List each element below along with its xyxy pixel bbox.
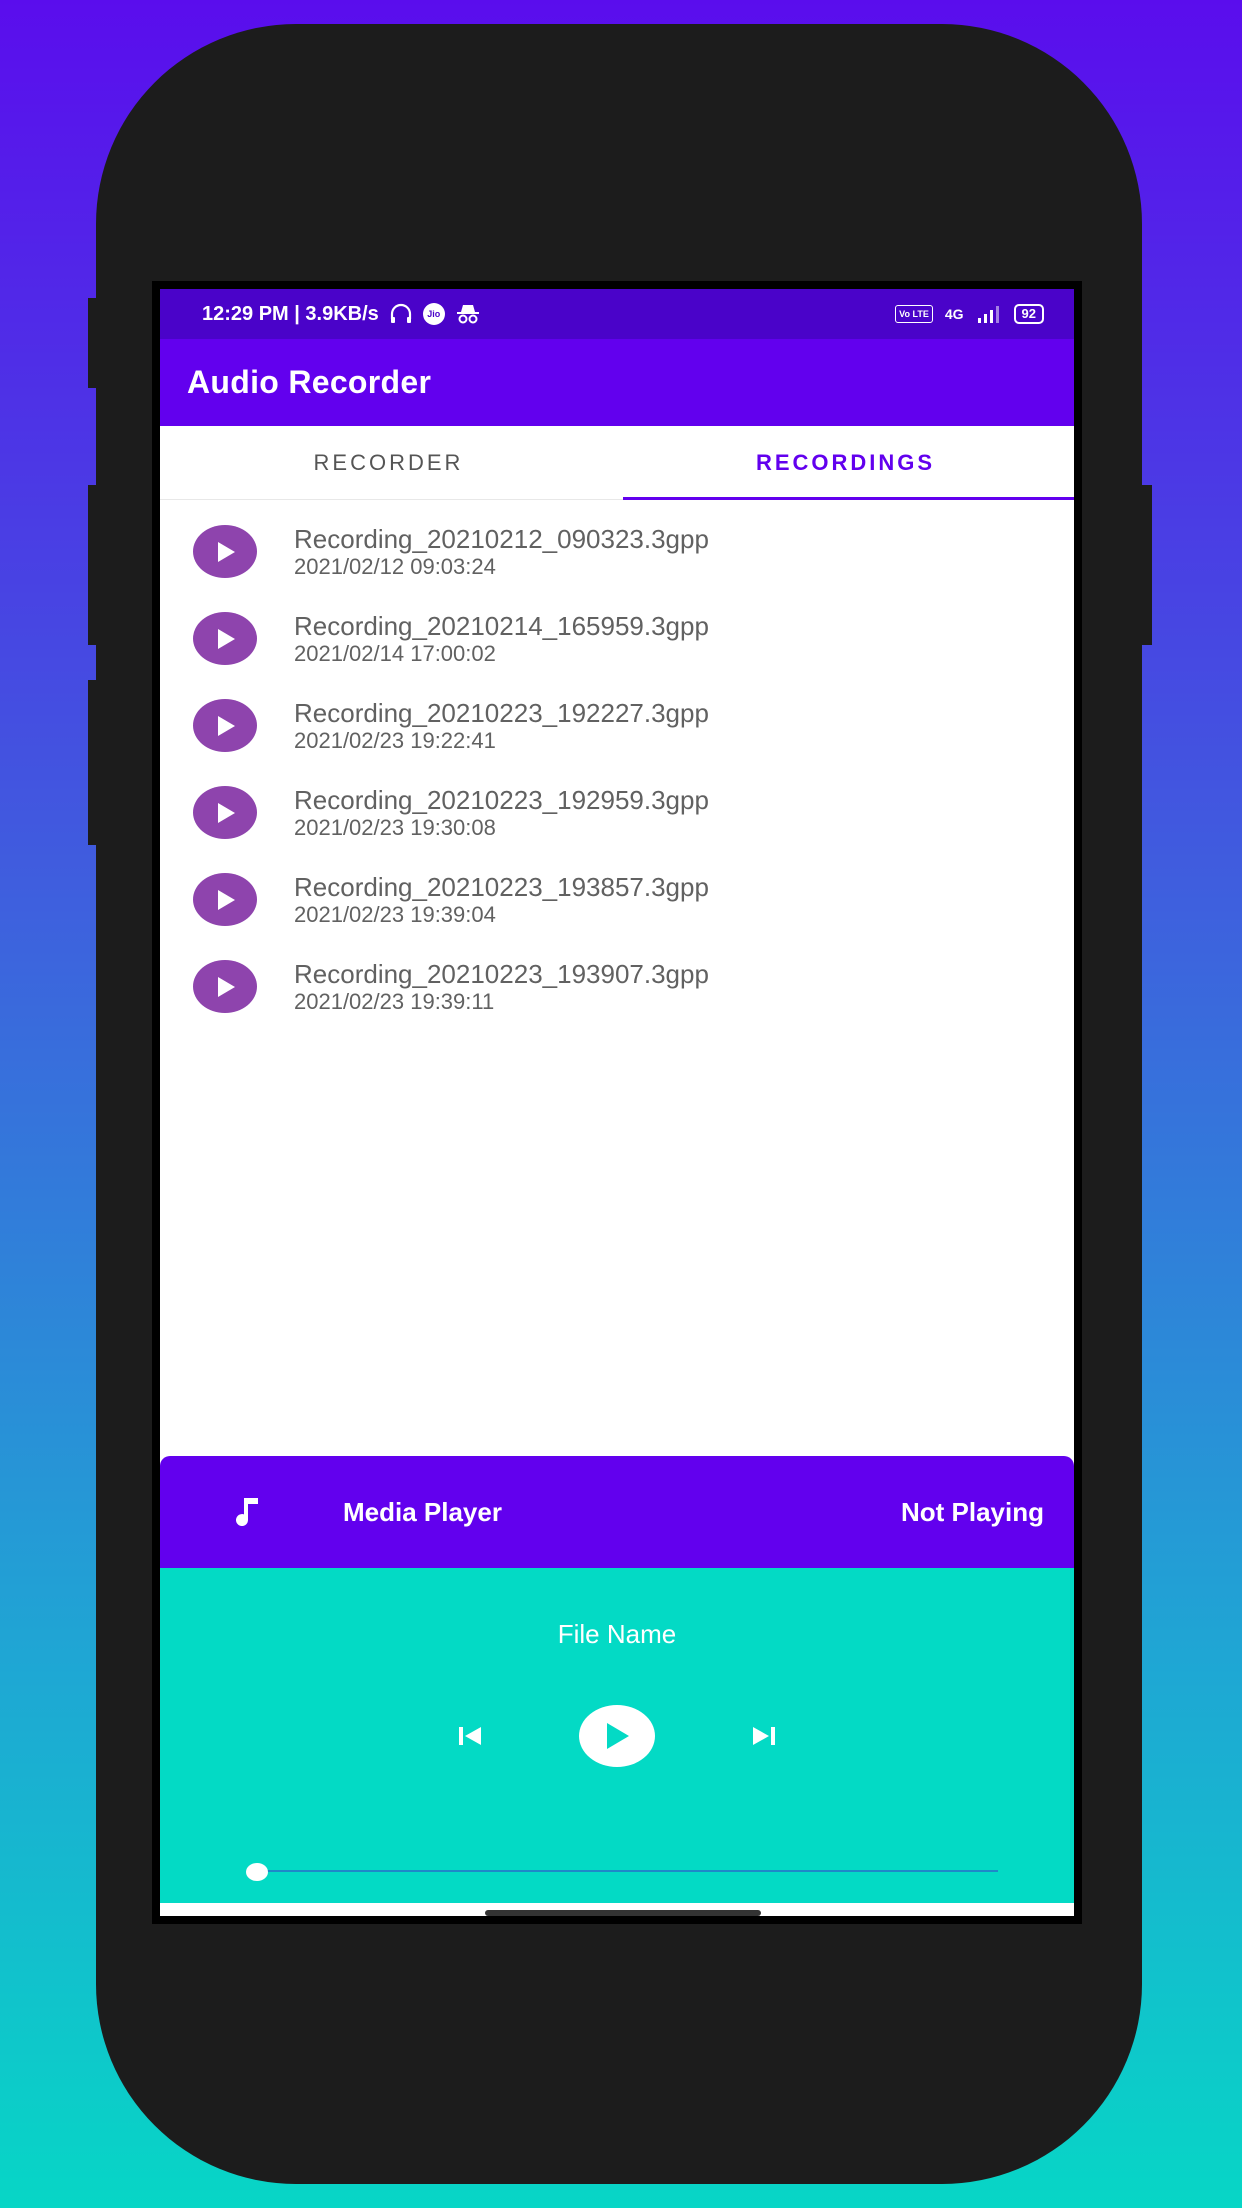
recording-name: Recording_20210214_165959.3gpp bbox=[294, 610, 709, 641]
play-icon bbox=[218, 802, 235, 823]
jio-icon: Jio bbox=[422, 303, 445, 325]
recording-date: 2021/02/23 19:39:04 bbox=[294, 901, 496, 927]
media-player: Media Player Not Playing File Name bbox=[160, 1456, 1074, 1903]
recording-date: 2021/02/23 19:22:41 bbox=[294, 727, 496, 753]
app-screen: 12:29 PM | 3.9KB/s Jio Vo LTE 4G 92 Audi… bbox=[160, 289, 1074, 1916]
file-name-label: File Name bbox=[557, 1619, 677, 1649]
recording-date: 2021/02/14 17:00:02 bbox=[294, 640, 496, 666]
playback-controls bbox=[160, 1705, 1074, 1767]
play-button[interactable] bbox=[193, 960, 257, 1013]
app-bar: Audio Recorder bbox=[160, 339, 1074, 426]
play-icon bbox=[218, 889, 235, 910]
play-icon bbox=[218, 628, 235, 649]
skip-next-icon[interactable] bbox=[750, 1724, 778, 1748]
recording-name: Recording_20210212_090323.3gpp bbox=[294, 523, 709, 554]
list-item[interactable]: Recording_20210212_090323.3gpp 2021/02/1… bbox=[160, 508, 1074, 595]
play-icon bbox=[218, 976, 235, 997]
app-title: Audio Recorder bbox=[187, 364, 432, 400]
list-item[interactable]: Recording_20210223_193857.3gpp 2021/02/2… bbox=[160, 856, 1074, 943]
seek-track bbox=[248, 1870, 998, 1872]
recording-name: Recording_20210223_192959.3gpp bbox=[294, 784, 709, 815]
tab-indicator bbox=[623, 497, 1074, 500]
signal-icon bbox=[976, 304, 1002, 324]
play-button[interactable] bbox=[193, 612, 257, 665]
tab-recorder[interactable]: RECORDER bbox=[160, 426, 617, 499]
recording-name: Recording_20210223_193857.3gpp bbox=[294, 871, 709, 902]
recording-name: Recording_20210223_193907.3gpp bbox=[294, 958, 709, 989]
play-icon bbox=[607, 1723, 629, 1749]
play-icon bbox=[218, 715, 235, 736]
home-indicator bbox=[485, 1910, 761, 1916]
media-player-header[interactable]: Media Player Not Playing bbox=[160, 1456, 1074, 1568]
phone-side-button bbox=[88, 485, 100, 645]
play-button[interactable] bbox=[193, 873, 257, 926]
network-type: 4G bbox=[944, 306, 964, 322]
phone-side-button bbox=[88, 680, 100, 845]
list-item[interactable]: Recording_20210223_192959.3gpp 2021/02/2… bbox=[160, 769, 1074, 856]
playback-status: Not Playing bbox=[900, 1496, 1044, 1527]
recording-date: 2021/02/23 19:39:11 bbox=[294, 988, 495, 1014]
play-button[interactable] bbox=[193, 699, 257, 752]
battery-indicator: 92 bbox=[1013, 304, 1044, 324]
recordings-list: Recording_20210212_090323.3gpp 2021/02/1… bbox=[160, 500, 1074, 1030]
play-button[interactable] bbox=[579, 1705, 655, 1767]
seek-thumb[interactable] bbox=[246, 1863, 268, 1881]
recording-date: 2021/02/12 09:03:24 bbox=[294, 553, 496, 579]
phone-side-button bbox=[1140, 485, 1152, 645]
incognito-icon bbox=[455, 303, 481, 325]
status-time: 12:29 PM | 3.9KB/s bbox=[202, 302, 379, 325]
recording-date: 2021/02/23 19:30:08 bbox=[294, 814, 496, 840]
media-player-body: File Name bbox=[160, 1568, 1074, 1903]
skip-previous-icon[interactable] bbox=[456, 1724, 484, 1748]
seek-bar[interactable] bbox=[246, 1863, 998, 1881]
media-player-title: Media Player bbox=[343, 1496, 502, 1527]
tab-bar: RECORDER RECORDINGS bbox=[160, 426, 1074, 500]
play-icon bbox=[218, 541, 235, 562]
tab-recordings[interactable]: RECORDINGS bbox=[617, 426, 1074, 499]
list-item[interactable]: Recording_20210214_165959.3gpp 2021/02/1… bbox=[160, 595, 1074, 682]
status-bar: 12:29 PM | 3.9KB/s Jio Vo LTE 4G 92 bbox=[160, 289, 1074, 339]
list-item[interactable]: Recording_20210223_193907.3gpp 2021/02/2… bbox=[160, 943, 1074, 1030]
play-button[interactable] bbox=[193, 786, 257, 839]
list-item[interactable]: Recording_20210223_192227.3gpp 2021/02/2… bbox=[160, 682, 1074, 769]
phone-side-button bbox=[88, 298, 100, 388]
music-note-icon bbox=[234, 1496, 260, 1533]
headphones-icon bbox=[389, 303, 413, 325]
volte-icon: Vo LTE bbox=[895, 305, 933, 323]
recording-name: Recording_20210223_192227.3gpp bbox=[294, 697, 709, 728]
play-button[interactable] bbox=[193, 525, 257, 578]
